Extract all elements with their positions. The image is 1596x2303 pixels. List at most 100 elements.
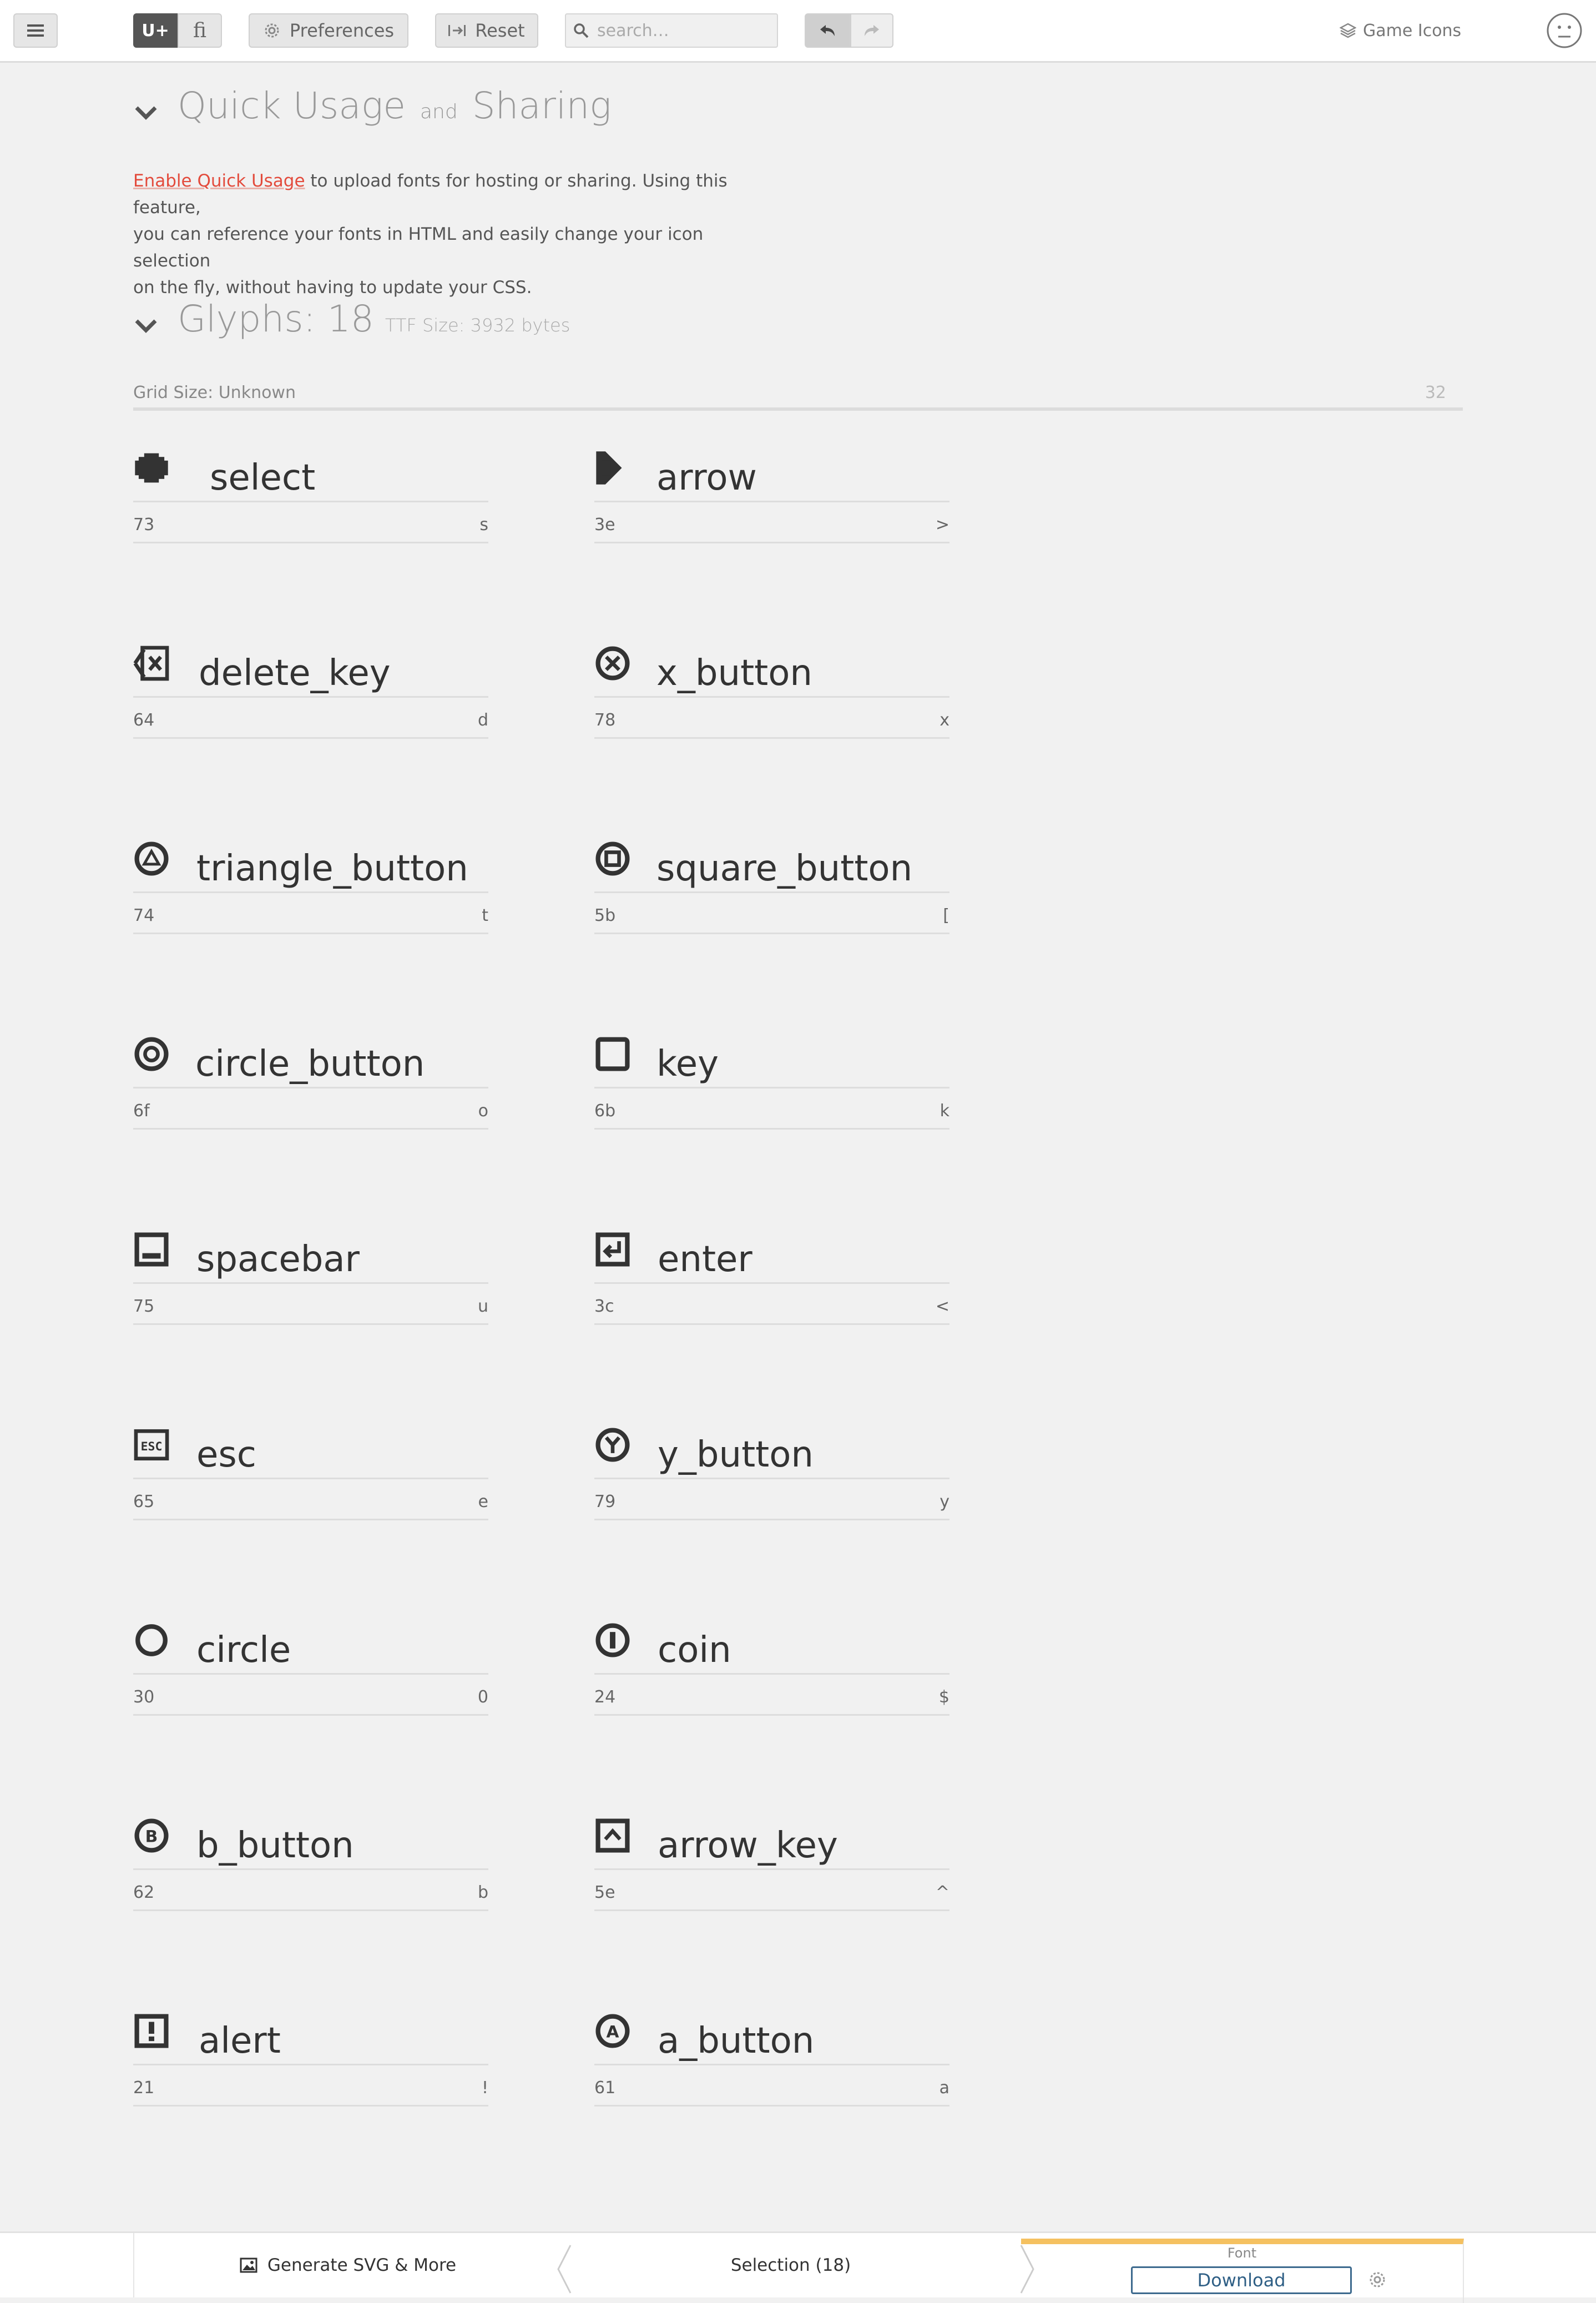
glyph-card[interactable]: arrow_key 5e ^ (594, 1817, 949, 1917)
glyph-code[interactable]: 64 (133, 710, 154, 730)
glyph-name[interactable]: enter (658, 1239, 752, 1280)
glyph-card[interactable]: Bb_button 62 b (133, 1817, 488, 1917)
glyph-card[interactable]: alert 21! (133, 2013, 488, 2113)
chevron-down-icon[interactable] (134, 319, 158, 334)
glyph-code[interactable]: 3e (594, 515, 615, 535)
gear-icon[interactable] (1367, 2270, 1387, 2290)
divider (594, 2064, 949, 2065)
glyph-card[interactable]: coin 24 $ (594, 1622, 949, 1722)
glyph-card[interactable]: circle 30 0 (133, 1622, 488, 1722)
glyph-code[interactable]: 78 (594, 710, 615, 730)
glyph-char[interactable]: d (478, 710, 488, 730)
glyph-card[interactable]: square_button 5b [ (594, 840, 949, 940)
glyph-card[interactable]: circle_button 6f o (133, 1036, 488, 1136)
menu-button[interactable] (13, 13, 58, 48)
glyph-char[interactable]: a (940, 2078, 949, 2098)
image-icon (240, 2257, 257, 2273)
y-button-icon (595, 1428, 630, 1462)
glyph-name[interactable]: esc (196, 1434, 256, 1475)
quick-usage-title[interactable]: Quick Usage and Sharing (178, 84, 612, 127)
unicode-view-toggle[interactable]: U+ (133, 13, 178, 48)
glyph-name[interactable]: y_button (658, 1434, 814, 1475)
glyph-name[interactable]: key (656, 1044, 719, 1085)
reset-button[interactable]: Reset (435, 13, 538, 48)
glyph-name[interactable]: circle (196, 1630, 291, 1671)
glyph-name[interactable]: coin (658, 1630, 731, 1671)
glyph-code[interactable]: 5b (594, 906, 615, 925)
glyph-code[interactable]: 21 (133, 2078, 154, 2098)
glyph-char[interactable]: e (478, 1492, 488, 1511)
glyph-card[interactable]: enter 3c < (594, 1231, 949, 1331)
glyph-card[interactable]: ESC esc 65 e (133, 1427, 488, 1526)
glyph-card[interactable]: select 73 s (133, 450, 488, 550)
project-name-link[interactable]: Game Icons (1340, 18, 1461, 43)
glyph-code[interactable]: 6f (133, 1101, 150, 1121)
glyph-card[interactable]: arrow 3e > (594, 450, 949, 550)
glyph-char[interactable]: $ (939, 1687, 949, 1707)
glyph-code[interactable]: 79 (594, 1492, 615, 1511)
generate-svg-button[interactable]: Generate SVG & More (133, 2233, 562, 2297)
ligature-view-toggle[interactable]: ﬁ (178, 13, 222, 48)
undo-button[interactable] (805, 13, 850, 48)
divider (133, 1673, 488, 1675)
glyph-char[interactable]: t (482, 906, 488, 925)
divider (133, 2064, 488, 2065)
glyph-code[interactable]: 62 (133, 1883, 154, 1902)
glyph-char[interactable]: u (478, 1297, 488, 1316)
glyph-name[interactable]: select (210, 457, 315, 498)
download-button[interactable]: Download (1131, 2266, 1352, 2294)
glyph-card[interactable]: Aa_button 61 a (594, 2013, 949, 2113)
glyph-card[interactable]: triangle_button 74 t (133, 840, 488, 940)
glyph-card[interactable]: y_button 79 y (594, 1427, 949, 1526)
glyph-char[interactable]: x (940, 710, 949, 730)
glyph-code[interactable]: 73 (133, 515, 154, 535)
glyph-name[interactable]: triangle_button (196, 848, 468, 889)
chevron-down-icon[interactable] (134, 105, 158, 121)
preferences-button[interactable]: Preferences (249, 13, 408, 48)
glyph-code[interactable]: 65 (133, 1492, 154, 1511)
glyph-char[interactable]: k (940, 1101, 949, 1121)
glyph-char[interactable]: b (478, 1883, 488, 1902)
glyph-code[interactable]: 74 (133, 906, 154, 925)
glyph-name[interactable]: arrow (656, 457, 757, 498)
glyph-name[interactable]: square_button (656, 848, 912, 889)
glyph-code[interactable]: 5e (594, 1883, 615, 1902)
glyph-char[interactable]: 0 (478, 1687, 488, 1707)
glyphs-title[interactable]: Glyphs: 18 TTF Size: 3932 bytes (178, 298, 570, 340)
glyph-char[interactable]: < (936, 1297, 949, 1316)
glyph-name[interactable]: alert (199, 2020, 281, 2062)
divider (594, 891, 949, 893)
glyph-code[interactable]: 30 (133, 1687, 154, 1707)
glyph-code[interactable]: 75 (133, 1297, 154, 1316)
selection-tab[interactable]: Selection (18) (560, 2233, 1021, 2297)
search-input[interactable] (596, 20, 765, 41)
glyph-card[interactable]: delete_key 64 d (133, 645, 488, 745)
glyph-name[interactable]: spacebar (196, 1239, 360, 1280)
glyph-card[interactable]: x_button 78 x (594, 645, 949, 745)
glyph-code[interactable]: 3c (594, 1297, 614, 1316)
glyph-name[interactable]: delete_key (199, 653, 391, 694)
glyph-name[interactable]: a_button (658, 2020, 814, 2062)
glyph-char[interactable]: y (940, 1492, 949, 1511)
glyph-char[interactable]: o (478, 1101, 488, 1121)
glyph-name[interactable]: arrow_key (658, 1825, 838, 1866)
glyph-char[interactable]: ! (482, 2078, 488, 2098)
b-button-icon: B (134, 1818, 169, 1853)
glyph-card[interactable]: key 6b k (594, 1036, 949, 1136)
enable-quick-usage-link[interactable]: Enable Quick Usage (133, 171, 305, 191)
glyph-code[interactable]: 61 (594, 2078, 615, 2098)
glyph-char[interactable]: s (479, 515, 488, 535)
glyph-char[interactable]: ^ (936, 1883, 949, 1902)
glyph-name[interactable]: b_button (196, 1825, 354, 1866)
glyph-char[interactable]: [ (943, 906, 949, 925)
avatar-icon[interactable] (1546, 12, 1583, 49)
glyph-card[interactable]: spacebar 75 u (133, 1231, 488, 1331)
font-tab[interactable]: Font Download (1021, 2239, 1464, 2303)
redo-button[interactable] (850, 13, 893, 48)
glyph-name[interactable]: x_button (656, 653, 812, 694)
glyph-code[interactable]: 6b (594, 1101, 615, 1121)
glyph-char[interactable]: > (936, 515, 949, 535)
glyph-name[interactable]: circle_button (195, 1044, 425, 1085)
glyph-code[interactable]: 24 (594, 1687, 615, 1707)
search-field[interactable] (565, 13, 778, 48)
